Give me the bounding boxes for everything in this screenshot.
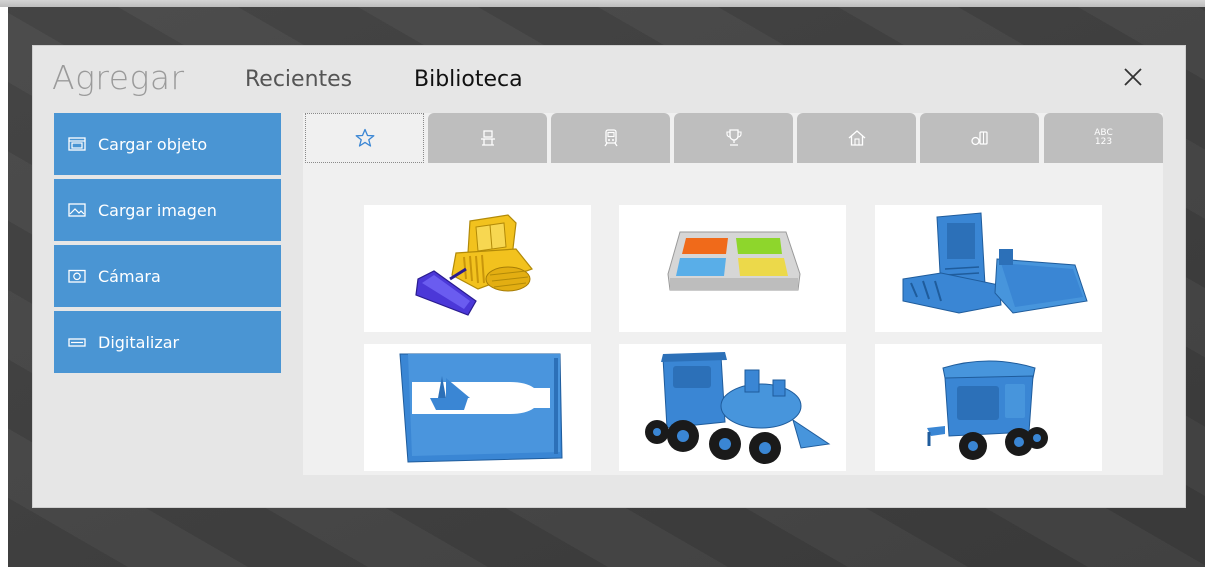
load-object-label: Cargar objeto bbox=[98, 134, 208, 154]
add-dialog: Agregar Recientes Biblioteca Cargar obje… bbox=[33, 46, 1185, 507]
camera-icon bbox=[68, 269, 86, 283]
load-object-icon bbox=[68, 137, 86, 151]
load-object-button[interactable]: Cargar objeto bbox=[54, 113, 281, 175]
tab-home[interactable] bbox=[797, 113, 916, 163]
model-tile-bottle-frame[interactable] bbox=[364, 344, 591, 471]
close-button[interactable] bbox=[1120, 64, 1146, 90]
tab-trophies[interactable] bbox=[674, 113, 793, 163]
model-tile-logo-tray[interactable] bbox=[619, 205, 846, 332]
train-car-thumbnail bbox=[926, 360, 1048, 460]
bottle-frame-thumbnail bbox=[398, 353, 563, 463]
trophy-icon bbox=[725, 129, 742, 146]
dialog-title: Agregar bbox=[52, 58, 185, 97]
tab-letters[interactable]: ABC 123 bbox=[1044, 113, 1163, 163]
model-tile-locomotive[interactable] bbox=[619, 344, 846, 471]
tab-favorites[interactable] bbox=[305, 113, 424, 163]
model-tile-bulldozer[interactable] bbox=[364, 205, 591, 332]
model-tile-blue-case[interactable] bbox=[875, 205, 1102, 332]
tab-robots[interactable] bbox=[428, 113, 547, 163]
tab-trains[interactable] bbox=[551, 113, 670, 163]
numbers-label: 123 bbox=[1094, 137, 1113, 147]
camera-label: Cámara bbox=[98, 266, 161, 286]
category-tabs: ABC 123 bbox=[303, 113, 1163, 163]
scanner-icon bbox=[68, 335, 86, 349]
tab-recent[interactable]: Recientes bbox=[245, 67, 352, 92]
load-image-label: Cargar imagen bbox=[98, 200, 217, 220]
abc-icon: ABC 123 bbox=[1094, 129, 1112, 147]
blocks-icon bbox=[970, 131, 988, 146]
star-icon bbox=[355, 128, 374, 147]
bulldozer-thumbnail bbox=[414, 213, 533, 316]
camera-button[interactable]: Cámara bbox=[54, 245, 281, 307]
sidebar: Cargar objeto Cargar imagen Cámara Digit… bbox=[54, 113, 281, 377]
scan-label: Digitalizar bbox=[98, 332, 180, 352]
model-tile-train-car[interactable] bbox=[875, 344, 1102, 471]
logo-tray-thumbnail bbox=[666, 231, 801, 290]
load-image-button[interactable]: Cargar imagen bbox=[54, 179, 281, 241]
home-icon bbox=[848, 130, 865, 146]
blue-case-thumbnail bbox=[902, 211, 1088, 314]
image-icon bbox=[68, 203, 86, 217]
top-strip bbox=[0, 0, 1205, 7]
close-icon bbox=[1124, 68, 1142, 86]
robot-icon bbox=[480, 130, 495, 146]
tab-library[interactable]: Biblioteca bbox=[414, 67, 523, 92]
dialog-header: Agregar Recientes Biblioteca bbox=[33, 46, 1185, 112]
library-panel: ABC 123 bbox=[303, 113, 1163, 475]
tab-blocks[interactable] bbox=[920, 113, 1039, 163]
locomotive-thumbnail bbox=[644, 351, 830, 464]
train-icon bbox=[603, 129, 618, 147]
scan-button[interactable]: Digitalizar bbox=[54, 311, 281, 373]
